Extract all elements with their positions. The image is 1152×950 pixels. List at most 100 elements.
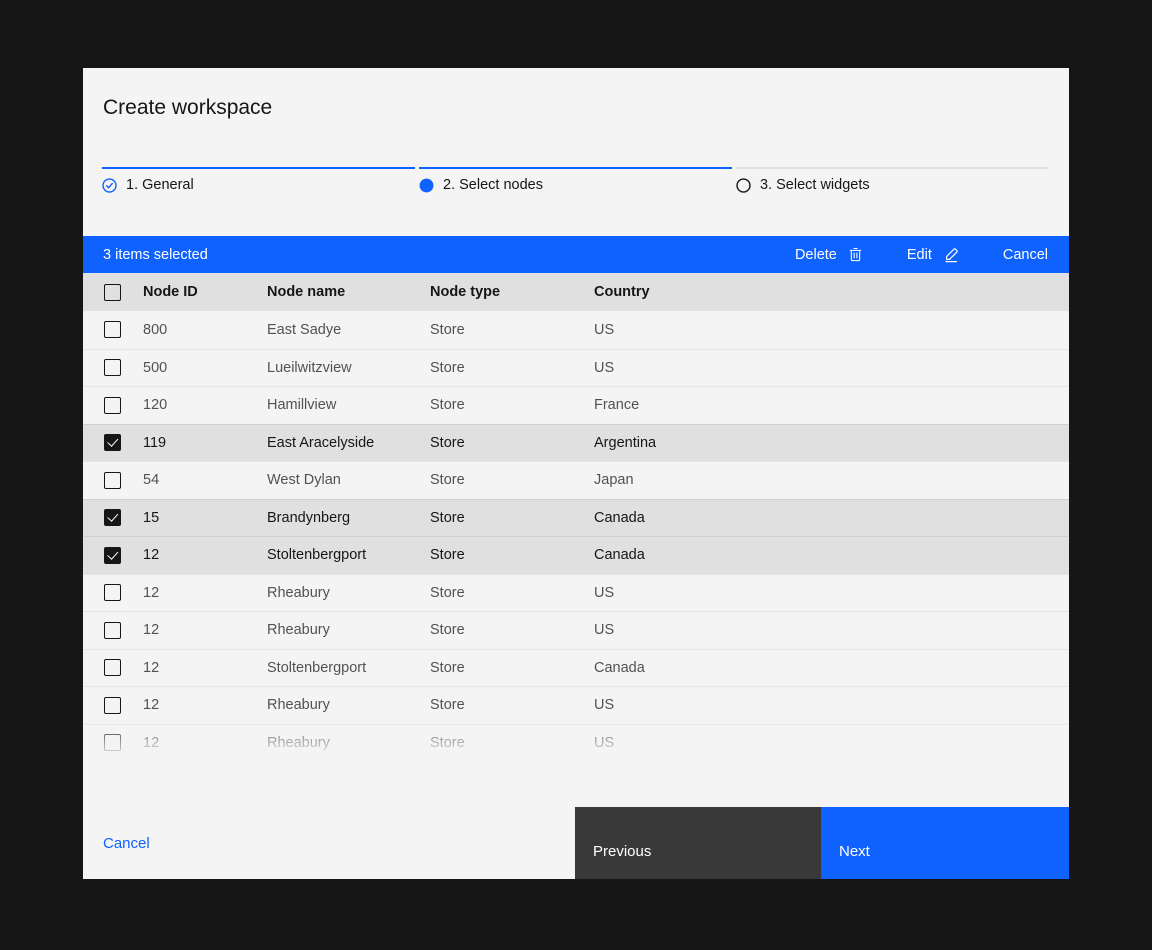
- row-checkbox[interactable]: [104, 509, 121, 526]
- row-checkbox-cell: [83, 434, 143, 451]
- cell-node-id: 12: [143, 585, 267, 601]
- cell-node-name: Rheabury: [267, 697, 430, 713]
- cell-node-name: West Dylan: [267, 472, 430, 488]
- cell-node-id: 15: [143, 510, 267, 526]
- column-header-country[interactable]: Country: [594, 284, 1069, 300]
- edit-button-label: Edit: [907, 247, 932, 263]
- progress-step-label: 3. Select widgets: [760, 177, 870, 193]
- cancel-link[interactable]: Cancel: [103, 835, 575, 852]
- cell-country: Japan: [594, 472, 1069, 488]
- progress-step-general[interactable]: 1. General: [102, 167, 415, 193]
- cell-node-id: 12: [143, 622, 267, 638]
- table-row: 54 West Dylan Store Japan: [83, 461, 1069, 499]
- modal-header: Create workspace: [83, 68, 1069, 122]
- column-header-node-name[interactable]: Node name: [267, 284, 430, 300]
- checkmark-outline-icon: [102, 178, 117, 193]
- delete-button-label: Delete: [795, 247, 837, 263]
- cell-node-type: Store: [430, 397, 594, 413]
- progress-step-select-widgets[interactable]: 3. Select widgets: [736, 167, 1049, 193]
- cell-node-id: 119: [143, 435, 267, 451]
- cell-node-name: Rheabury: [267, 585, 430, 601]
- row-checkbox-cell: [83, 697, 143, 714]
- progress-step-select-nodes[interactable]: 2. Select nodes: [419, 167, 732, 193]
- next-button[interactable]: Next: [821, 807, 1069, 879]
- row-checkbox[interactable]: [104, 547, 121, 564]
- outline-circle-icon: [736, 178, 751, 193]
- cell-node-type: Store: [430, 622, 594, 638]
- row-checkbox[interactable]: [104, 697, 121, 714]
- table-row: 12 Rheabury Store US: [83, 611, 1069, 649]
- items-selected-count: 3 items selected: [103, 247, 795, 263]
- cell-country: US: [594, 585, 1069, 601]
- select-all-checkbox[interactable]: [104, 284, 121, 301]
- row-checkbox[interactable]: [104, 472, 121, 489]
- row-checkbox-cell: [83, 397, 143, 414]
- cell-country: Canada: [594, 660, 1069, 676]
- row-checkbox[interactable]: [104, 659, 121, 676]
- table-row: 120 Hamillview Store France: [83, 386, 1069, 424]
- batch-cancel-label: Cancel: [1003, 247, 1048, 263]
- cell-node-name: Stoltenbergport: [267, 547, 430, 563]
- row-checkbox[interactable]: [104, 584, 121, 601]
- cell-node-name: Brandynberg: [267, 510, 430, 526]
- cell-node-type: Store: [430, 510, 594, 526]
- table-header-row: Node ID Node name Node type Country: [83, 273, 1069, 311]
- cell-node-id: 12: [143, 660, 267, 676]
- row-checkbox-cell: [83, 509, 143, 526]
- cell-country: Canada: [594, 547, 1069, 563]
- edit-button[interactable]: Edit: [907, 247, 959, 263]
- cell-node-id: 12: [143, 547, 267, 563]
- table-row: 12 Rheabury Store US: [83, 686, 1069, 724]
- delete-button[interactable]: Delete: [795, 247, 863, 263]
- create-workspace-modal: Create workspace 1. General 2. Select no…: [83, 68, 1069, 879]
- table-row: 15 Brandynberg Store Canada: [83, 499, 1069, 537]
- cell-node-id: 120: [143, 397, 267, 413]
- cell-node-type: Store: [430, 435, 594, 451]
- table-body: 800 East Sadye Store US 500 Lueilwitzvie…: [83, 311, 1069, 761]
- page-title: Create workspace: [103, 94, 1049, 122]
- edit-icon: [943, 247, 959, 263]
- row-checkbox[interactable]: [104, 359, 121, 376]
- cell-country: France: [594, 397, 1069, 413]
- cell-node-id: 54: [143, 472, 267, 488]
- cell-country: US: [594, 735, 1069, 751]
- cell-node-type: Store: [430, 697, 594, 713]
- cell-node-id: 800: [143, 322, 267, 338]
- cell-country: Canada: [594, 510, 1069, 526]
- nodes-table: Node ID Node name Node type Country 800 …: [83, 273, 1069, 761]
- table-row: 12 Rheabury Store US: [83, 724, 1069, 762]
- cell-country: Argentina: [594, 435, 1069, 451]
- cell-country: US: [594, 360, 1069, 376]
- column-header-node-type[interactable]: Node type: [430, 284, 594, 300]
- cell-node-id: 12: [143, 735, 267, 751]
- progress-step-label: 1. General: [126, 177, 194, 193]
- row-checkbox-cell: [83, 321, 143, 338]
- cell-node-type: Store: [430, 660, 594, 676]
- batch-cancel-button[interactable]: Cancel: [1003, 247, 1048, 263]
- row-checkbox-cell: [83, 622, 143, 639]
- cell-country: US: [594, 697, 1069, 713]
- row-checkbox[interactable]: [104, 734, 121, 751]
- column-header-node-id[interactable]: Node ID: [143, 284, 267, 300]
- cell-country: US: [594, 322, 1069, 338]
- table-row: 12 Stoltenbergport Store Canada: [83, 536, 1069, 574]
- cell-node-name: Rheabury: [267, 622, 430, 638]
- cell-node-name: Rheabury: [267, 735, 430, 751]
- progress-indicator: 1. General 2. Select nodes 3. Select wid…: [102, 167, 1049, 193]
- cell-node-name: Lueilwitzview: [267, 360, 430, 376]
- filled-circle-icon: [419, 178, 434, 193]
- row-checkbox-cell: [83, 359, 143, 376]
- cell-node-type: Store: [430, 360, 594, 376]
- row-checkbox[interactable]: [104, 321, 121, 338]
- cell-node-name: East Sadye: [267, 322, 430, 338]
- previous-button[interactable]: Previous: [575, 807, 821, 879]
- batch-actions: Delete Edit Cancel: [795, 247, 1048, 263]
- cell-node-type: Store: [430, 472, 594, 488]
- row-checkbox[interactable]: [104, 434, 121, 451]
- row-checkbox[interactable]: [104, 622, 121, 639]
- table-row: 500 Lueilwitzview Store US: [83, 349, 1069, 387]
- table-row: 12 Stoltenbergport Store Canada: [83, 649, 1069, 687]
- cell-node-type: Store: [430, 735, 594, 751]
- table-row: 800 East Sadye Store US: [83, 311, 1069, 349]
- row-checkbox[interactable]: [104, 397, 121, 414]
